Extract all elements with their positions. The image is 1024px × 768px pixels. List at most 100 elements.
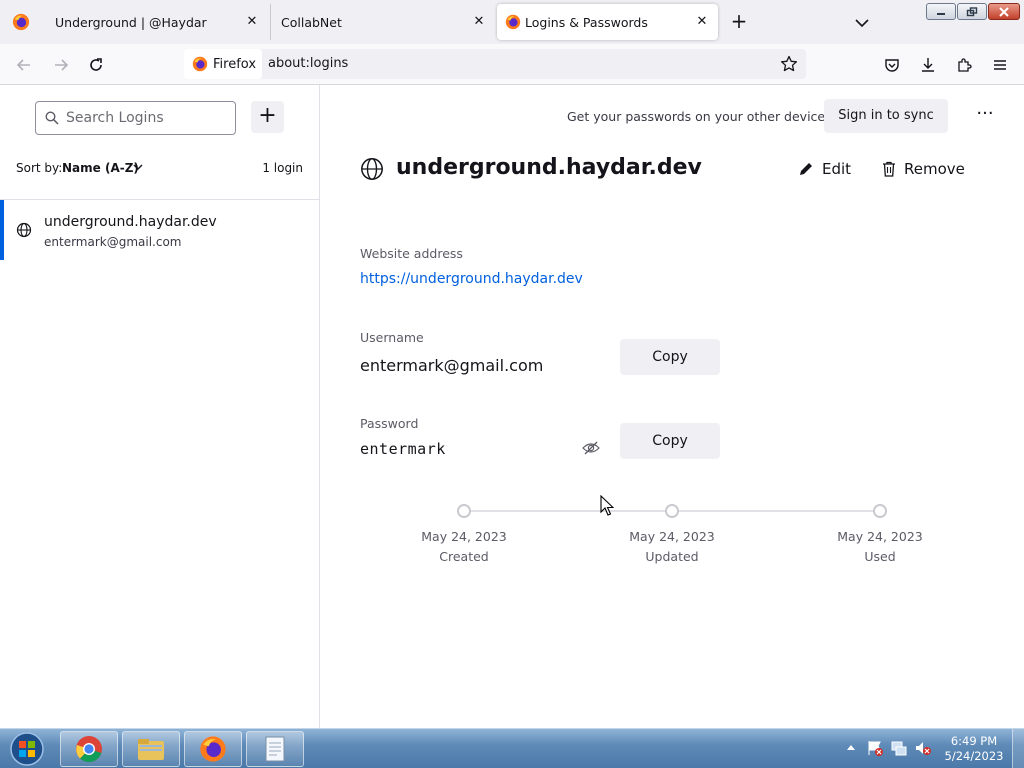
updated-label: Updated [645,549,699,564]
timeline-dot [665,504,679,518]
copy-username-button[interactable]: Copy [620,339,720,375]
forward-arrow-icon [55,59,69,71]
used-label: Used [864,549,896,564]
tab-title: Logins & Passwords [525,14,648,30]
login-origin: underground.haydar.dev [44,214,217,230]
document-icon [265,736,285,762]
star-icon [780,55,798,72]
list-all-tabs-button[interactable] [854,14,874,30]
login-list-item[interactable]: underground.haydar.dev entermark@gmail.c… [0,200,319,260]
login-username: entermark@gmail.com [44,235,182,249]
taskbar-notepad[interactable] [246,731,304,767]
remove-button[interactable]: Remove [882,157,965,181]
password-value: entermark [360,440,446,458]
mouse-cursor-icon [600,495,614,516]
windows-start-icon [10,732,44,766]
close-tab-icon[interactable]: ✕ [244,14,260,30]
sort-label: Sort by: [16,161,63,175]
eye-slash-icon [582,441,600,455]
downloads-button[interactable] [917,54,939,76]
app-menu-button[interactable] [989,54,1011,76]
action-center-icon[interactable] [866,739,884,757]
edit-button[interactable]: Edit [798,157,851,181]
search-logins-field[interactable] [35,101,236,135]
reveal-password-button[interactable] [582,440,600,460]
sign-in-to-sync-button[interactable]: Sign in to sync [824,99,948,133]
pocket-button[interactable] [881,54,903,76]
url-text[interactable]: about:logins [268,56,348,71]
username-value: entermark@gmail.com [360,356,544,375]
minimize-icon [937,12,945,15]
login-detail-panel: Get your passwords on your other devices… [320,85,1024,728]
forward-button[interactable] [50,54,72,76]
username-label: Username [360,330,424,345]
download-icon [922,58,934,72]
taskbar-clock[interactable]: 6:49 PM 5/24/2023 [944,734,1004,764]
close-tab-icon[interactable]: ✕ [471,14,487,30]
system-tray [842,737,942,761]
firefox-icon [192,56,208,72]
taskbar-explorer[interactable] [122,731,180,767]
show-hidden-icons-icon[interactable] [846,743,856,751]
url-bar[interactable]: Firefox about:logins [184,49,806,79]
logins-sidebar: + Sort by: Name (A-Z) 1 login undergroun… [0,85,320,728]
windows-taskbar: 6:49 PM 5/24/2023 [0,728,1024,768]
tab-strip: Underground | @Haydar ✕ CollabNet ✕ Logi… [0,0,1024,44]
sort-select[interactable]: Name (A-Z) [62,161,139,175]
timeline-dot [457,504,471,518]
identity-box[interactable]: Firefox [184,49,262,79]
tab-title: Underground | @Haydar [55,14,207,30]
updated-date: May 24, 2023 [629,529,715,544]
restore-button[interactable] [957,3,987,20]
reload-button[interactable] [85,54,107,76]
bookmark-button[interactable] [780,55,798,77]
new-tab-button[interactable]: + [728,11,750,33]
search-input[interactable] [66,107,231,129]
firefox-icon [505,14,521,30]
globe-icon [16,222,32,238]
created-label: Created [439,549,489,564]
website-link[interactable]: https://underground.haydar.dev [360,271,583,287]
close-icon [999,6,1009,17]
pocket-icon [885,59,899,72]
reload-icon [90,58,102,71]
taskbar-chrome[interactable] [60,731,118,767]
login-timeline: May 24, 2023 Created May 24, 2023 Update… [360,503,980,564]
window-close-button[interactable] [988,3,1020,20]
password-label: Password [360,416,419,431]
website-label: Website address [360,246,463,261]
chevron-down-icon[interactable] [133,163,143,171]
navigation-toolbar: Firefox about:logins [0,44,1024,85]
chrome-icon [76,736,102,763]
extensions-button[interactable] [953,54,975,76]
globe-icon [361,158,383,180]
edit-label: Edit [822,160,852,178]
search-icon [45,111,59,125]
volume-muted-icon[interactable] [914,739,932,757]
taskbar-firefox[interactable] [184,731,242,767]
trash-icon [883,161,895,177]
tab-logins-passwords[interactable]: Logins & Passwords ✕ [497,4,718,40]
clock-date: 5/24/2023 [944,749,1004,763]
show-desktop-button[interactable] [1012,729,1024,768]
firefox-view-button[interactable] [0,4,42,40]
tab-underground[interactable]: Underground | @Haydar ✕ [43,4,268,40]
close-tab-icon[interactable]: ✕ [694,14,710,30]
tab-collabnet[interactable]: CollabNet ✕ [270,4,495,40]
clock-time: 6:49 PM [950,734,998,748]
back-button[interactable] [13,54,35,76]
folder-icon [138,739,164,760]
created-date: May 24, 2023 [421,529,507,544]
firefox-icon [200,736,226,762]
copy-password-button[interactable]: Copy [620,423,720,459]
start-button[interactable] [4,731,50,767]
more-options-button[interactable]: ··· [972,105,998,127]
minimize-button[interactable] [926,3,956,20]
timeline-dot [873,504,887,518]
create-login-button[interactable]: + [251,101,284,133]
restore-icon [966,6,978,16]
identity-label: Firefox [213,56,257,72]
login-count: 1 login [262,161,303,175]
network-icon[interactable] [890,739,908,757]
remove-label: Remove [904,160,965,178]
